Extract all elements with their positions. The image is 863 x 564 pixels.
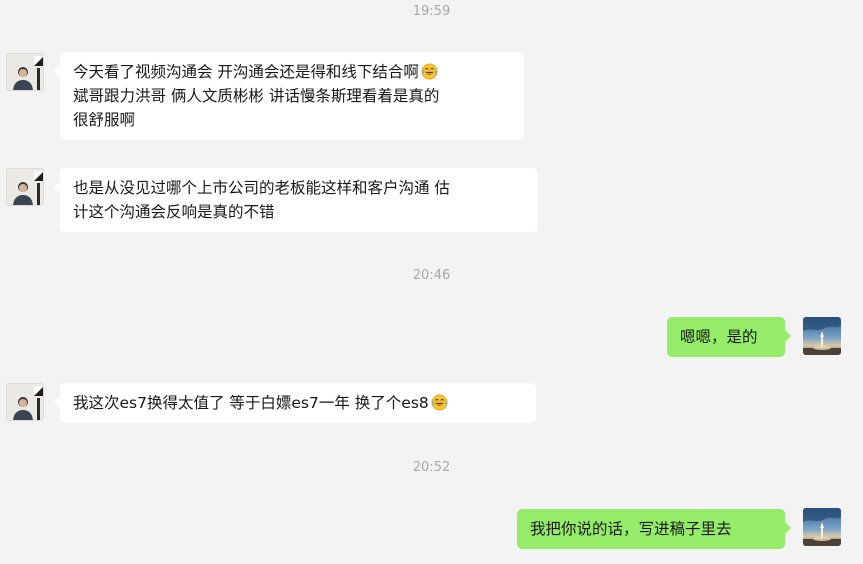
laughing-tears-emoji-icon — [431, 394, 448, 411]
message-line: 也是从没见过哪个上市公司的老板能这样和客户沟通 估 — [73, 179, 450, 197]
message-bubble-incoming[interactable]: 也是从没见过哪个上市公司的老板能这样和客户沟通 估 计这个沟通会反响是真的不错 — [54, 168, 538, 232]
message-bubble-incoming[interactable]: 我这次es7换得太值了 等于白嫖es7一年 换了个es8 — [54, 383, 536, 423]
laughing-tears-emoji-icon — [421, 63, 438, 80]
message-line: 嗯嗯，是的 — [680, 328, 758, 346]
timestamp: 19:59 — [412, 4, 451, 19]
message-line: 我这次es7换得太值了 等于白嫖es7一年 换了个es8 — [73, 391, 524, 415]
timestamp: 20:52 — [412, 460, 451, 475]
message-line: 今天看了视频沟通会 开沟通会还是得和线下结合啊 — [73, 60, 512, 84]
message-line: 斌哥跟力洪哥 俩人文质彬彬 讲话慢条斯理看着是真的 — [73, 87, 440, 105]
message-bubble-outgoing[interactable]: 嗯嗯，是的 — [667, 317, 791, 357]
message-line: 很舒服啊 — [73, 111, 136, 129]
contact-avatar[interactable] — [6, 168, 44, 206]
contact-avatar[interactable] — [6, 53, 44, 91]
message-line: 计这个沟通会反响是真的不错 — [73, 203, 275, 221]
contact-avatar[interactable] — [6, 383, 44, 421]
message-line: 我把你说的话，写进稿子里去 — [530, 520, 732, 538]
user-avatar[interactable] — [803, 317, 841, 355]
timestamp: 20:46 — [412, 268, 451, 283]
message-bubble-outgoing[interactable]: 我把你说的话，写进稿子里去 — [517, 509, 791, 549]
message-bubble-incoming[interactable]: 今天看了视频沟通会 开沟通会还是得和线下结合啊 斌哥跟力洪哥 俩人文质彬彬 讲话… — [54, 52, 524, 140]
user-avatar[interactable] — [803, 508, 841, 546]
